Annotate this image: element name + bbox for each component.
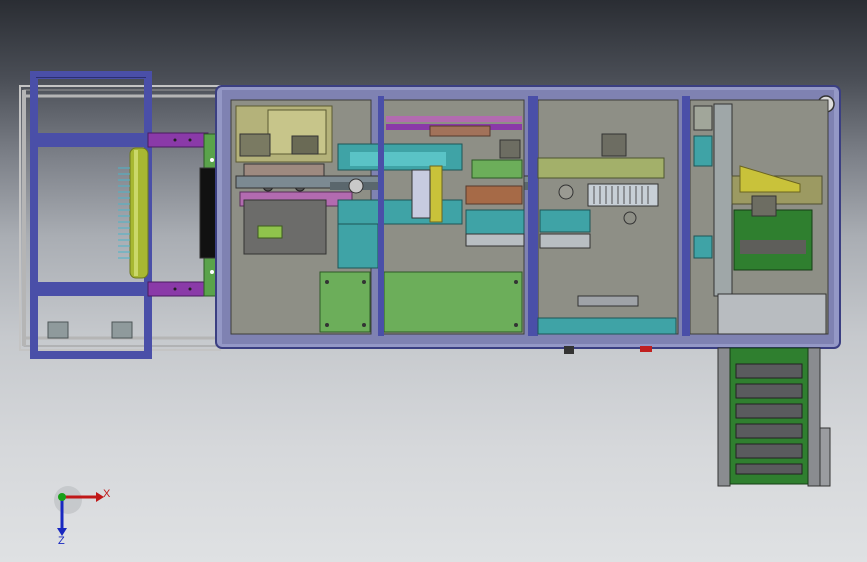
feed-roller xyxy=(118,147,149,279)
module-panel-4 xyxy=(682,96,829,336)
coordinate-triad[interactable]: X Z xyxy=(54,486,111,547)
z-axis-label: Z xyxy=(58,535,65,547)
outfeed-conveyor xyxy=(717,347,831,487)
x-axis-label: X xyxy=(103,488,111,500)
purple-brackets xyxy=(147,132,209,297)
module-panel-3 xyxy=(528,96,679,354)
left-loading-frame xyxy=(19,85,221,351)
cad-viewport[interactable]: X Z xyxy=(0,0,867,562)
y-axis-marker xyxy=(58,493,66,501)
